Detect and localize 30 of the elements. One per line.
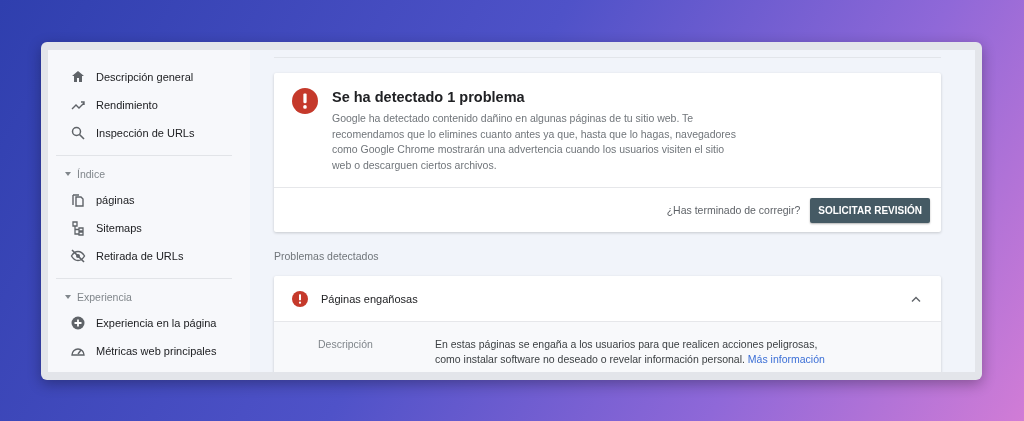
hidden-eye-icon	[70, 248, 86, 264]
prompt-text: ¿Has terminado de corregir?	[666, 204, 801, 216]
sitemap-icon	[70, 220, 86, 236]
nav-item[interactable]: Descripción general	[56, 63, 232, 91]
section-title: Experiencia	[77, 291, 132, 303]
chevron-icon[interactable]	[911, 295, 921, 302]
home-icon	[70, 69, 86, 85]
nav-item[interactable]: Métricas web principales	[56, 337, 232, 365]
issue-title[interactable]: Páginas engañosas	[321, 292, 898, 305]
description-text: En estas páginas se engaña a los usuarios para que realicen acciones peligrosas, como instalar software no deseado o revelar información personal. Más información	[435, 337, 826, 367]
search-icon	[70, 125, 86, 141]
section-title: Índice	[77, 168, 106, 180]
alert-message: Google ha detectado contenido dañino en algunas páginas de tu sitio web. Te recomendamos que lo elimines cuanto antes ya que, hasta que lo hagas, navegadores como Google Chrome mostrarán una advertencia cuando los usuarios visiten el sitio web o descarguen ciertos archivos.	[332, 111, 737, 173]
alert-title: Se ha detectado 1 problema	[332, 89, 526, 105]
field-label: Descripción	[318, 337, 374, 352]
nav-item[interactable]: Retirada de URLs	[56, 242, 232, 270]
error-icon	[292, 88, 318, 114]
more-info-link[interactable]: Más información	[747, 353, 825, 365]
plus-circle-icon	[70, 315, 86, 331]
request-review-button[interactable]: SOLICITAR REVISIÓN	[810, 197, 930, 223]
nav-item[interactable]: Inspección de URLs	[56, 119, 232, 147]
nav-item[interactable]: Rendimiento	[56, 91, 232, 119]
caret-icon[interactable]	[65, 172, 71, 176]
pages-icon	[70, 192, 86, 208]
section-heading: Problemas detectados	[274, 250, 380, 262]
nav-item[interactable]: Experiencia en la página	[56, 309, 232, 337]
nav-item[interactable]: Sitemaps	[56, 214, 232, 242]
error-icon	[292, 290, 308, 307]
nav-item[interactable]: páginas	[56, 186, 232, 214]
caret-icon[interactable]	[65, 295, 71, 299]
